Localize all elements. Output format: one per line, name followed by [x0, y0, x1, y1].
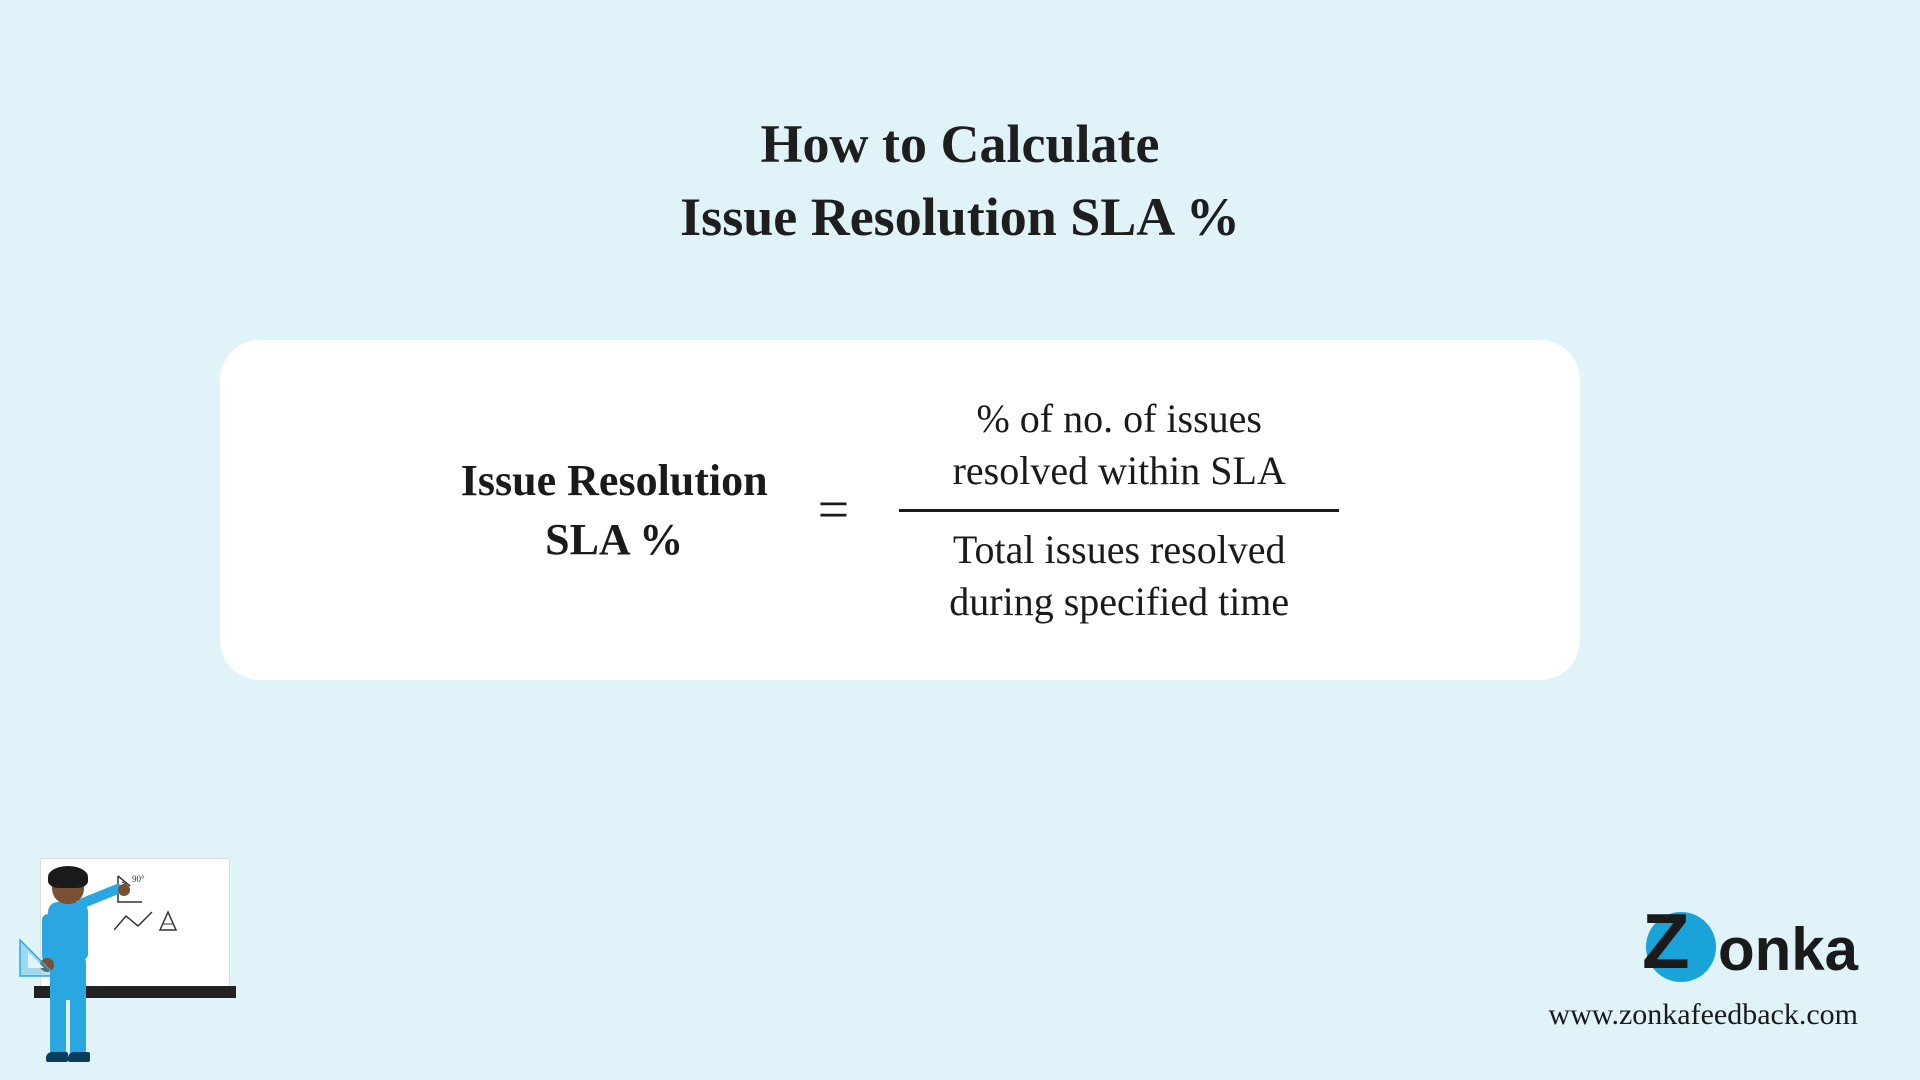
fraction-denominator: Total issues resolved during specified t… — [949, 516, 1289, 636]
denominator-line-2: during specified time — [949, 579, 1289, 624]
lhs-line-1: Issue Resolution — [461, 456, 768, 505]
logo-text-onka: onka — [1718, 915, 1858, 984]
title-line-2: Issue Resolution SLA % — [680, 187, 1240, 247]
logo-z-wrap: Z — [1642, 910, 1720, 988]
brand-block: Z onka www.zonkafeedback.com — [1548, 910, 1858, 1032]
numerator-line-2: resolved within SLA — [953, 448, 1286, 493]
formula-lhs: Issue Resolution SLA % — [461, 451, 768, 570]
lhs-line-2: SLA % — [545, 515, 683, 564]
brand-logo: Z onka — [1548, 910, 1858, 988]
brand-url: www.zonkafeedback.com — [1548, 998, 1858, 1032]
equals-sign: = — [818, 478, 850, 542]
numerator-line-1: % of no. of issues — [976, 396, 1262, 441]
formula-card: Issue Resolution SLA % = % of no. of iss… — [220, 340, 1580, 680]
formula-fraction: % of no. of issues resolved within SLA T… — [899, 385, 1339, 636]
fraction-line — [899, 509, 1339, 512]
fraction-numerator: % of no. of issues resolved within SLA — [953, 385, 1286, 505]
teacher-illustration: 90° — [10, 840, 240, 1070]
page-title: How to Calculate Issue Resolution SLA % — [0, 108, 1920, 254]
title-line-1: How to Calculate — [761, 114, 1160, 174]
ruler-icon — [16, 936, 60, 980]
angle-label: 90° — [132, 874, 145, 884]
logo-letter-z: Z — [1642, 902, 1690, 980]
denominator-line-1: Total issues resolved — [953, 527, 1286, 572]
